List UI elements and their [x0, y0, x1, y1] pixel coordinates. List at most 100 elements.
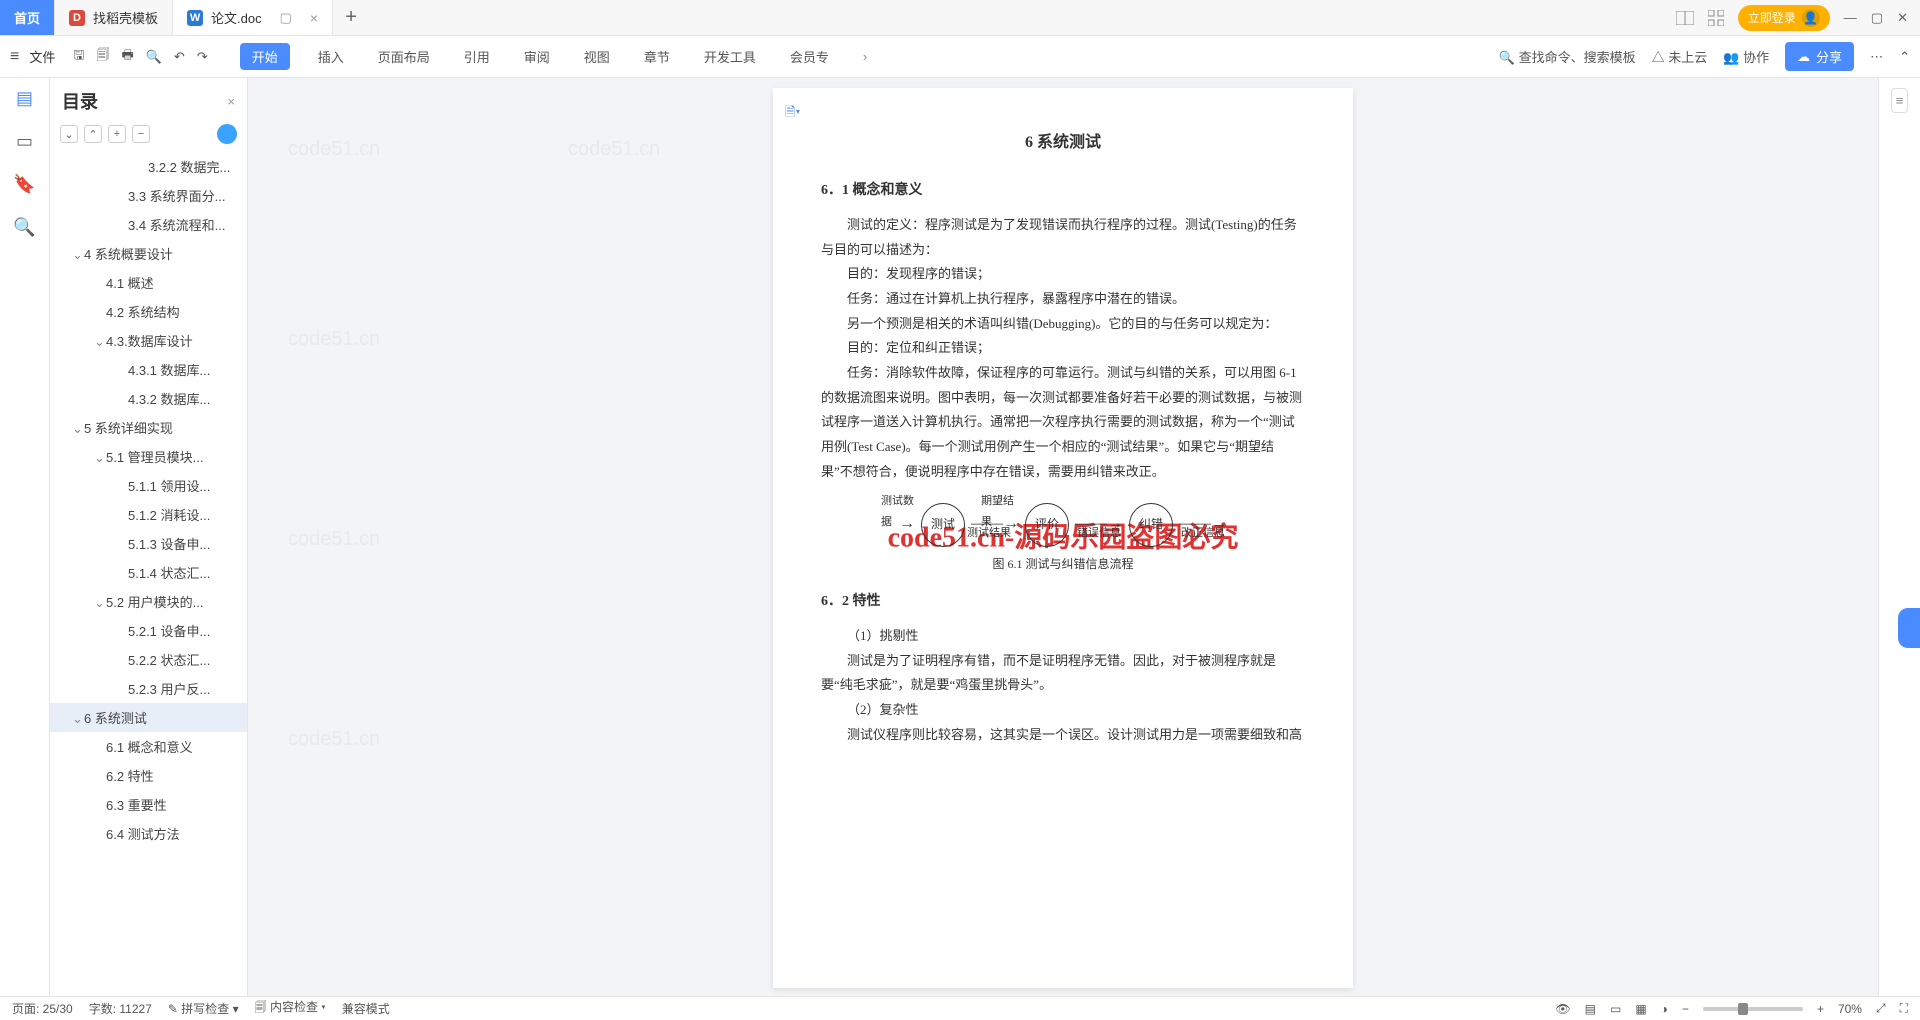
- ribbon-tab-start[interactable]: 开始: [240, 43, 290, 70]
- outline-item[interactable]: 6.1 概念和意义: [50, 732, 247, 761]
- fig-label-input: 测试数据: [881, 491, 915, 533]
- page-doc-icon[interactable]: 🗎▾: [785, 100, 800, 125]
- print-icon[interactable]: 🖶: [121, 46, 133, 68]
- ribbon-tab-insert[interactable]: 插入: [312, 43, 350, 70]
- ribbon-tab-view[interactable]: 视图: [578, 43, 616, 70]
- redo-icon[interactable]: ↷: [197, 49, 208, 65]
- file-menu[interactable]: 文件: [29, 47, 55, 66]
- outline-expand-all-icon[interactable]: ⌃: [84, 125, 102, 143]
- tab-templates[interactable]: D 找稻壳模板: [55, 0, 173, 35]
- share-button[interactable]: ☁ 分享: [1785, 42, 1854, 71]
- status-words[interactable]: 字数: 11227: [89, 1000, 152, 1017]
- outline-item[interactable]: ⌄6 系统测试: [50, 703, 247, 732]
- status-page[interactable]: 页面: 25/30: [12, 1000, 73, 1017]
- zoom-slider[interactable]: [1703, 1007, 1803, 1011]
- outline-item[interactable]: 5.1.4 状态汇...: [50, 558, 247, 587]
- outline-item[interactable]: 3.2.2 数据完...: [50, 152, 247, 181]
- outline-item[interactable]: 5.1.1 领用设...: [50, 471, 247, 500]
- outline-add-icon[interactable]: +: [108, 125, 126, 143]
- feedback-tab[interactable]: [1898, 608, 1920, 648]
- save-icon[interactable]: 🖫: [73, 46, 84, 68]
- view-page-icon[interactable]: ▤: [1585, 1002, 1596, 1016]
- ribbon-tab-reference[interactable]: 引用: [458, 43, 496, 70]
- ribbon-search[interactable]: 🔍 查找命令、搜索模板: [1499, 47, 1636, 66]
- outline-item[interactable]: 6.2 特性: [50, 761, 247, 790]
- outline-item[interactable]: 4.1 概述: [50, 268, 247, 297]
- outline-item[interactable]: ⌄5.1 管理员模块...: [50, 442, 247, 471]
- figure-caption: 图 6.1 测试与纠错信息流程: [821, 553, 1305, 576]
- zoom-reset-icon[interactable]: ◑: [1661, 1002, 1668, 1016]
- collab-button[interactable]: 👥 协作: [1723, 47, 1769, 66]
- outline-item[interactable]: 4.3.2 数据库...: [50, 384, 247, 413]
- body-text: 测试的定义：程序测试是为了发现错误而执行程序的过程。测试(Testing)的任务…: [821, 213, 1305, 262]
- minimize-icon[interactable]: —: [1844, 10, 1857, 25]
- outline-item[interactable]: 5.2.3 用户反...: [50, 674, 247, 703]
- outline-item-label: 4.3.2 数据库...: [128, 392, 210, 407]
- tab-document[interactable]: W 论文.doc ▢ ×: [173, 0, 333, 35]
- zoom-out-icon[interactable]: −: [1682, 1002, 1689, 1016]
- outline-collapse-all-icon[interactable]: ⌄: [60, 125, 78, 143]
- layout-icon[interactable]: [1676, 11, 1694, 25]
- app-tabbar: 首页 D 找稻壳模板 W 论文.doc ▢ × + 立即登录👤 — ▢ ✕: [0, 0, 1920, 36]
- preview-icon[interactable]: 🔍: [146, 49, 162, 65]
- outline-item-label: 3.2.2 数据完...: [148, 160, 230, 175]
- outline-title: 目录: [62, 88, 98, 114]
- ribbon-collapse-icon[interactable]: ⌃: [1899, 49, 1910, 65]
- zoom-value[interactable]: 70%: [1838, 1002, 1862, 1016]
- status-spellcheck[interactable]: ✎ 拼写检查 ▾: [168, 1000, 239, 1017]
- hamburger-icon[interactable]: ≡: [10, 48, 19, 66]
- maximize-icon[interactable]: ▢: [1871, 10, 1883, 26]
- fullscreen-icon[interactable]: ⛶: [1900, 1001, 1908, 1016]
- view-outline-icon[interactable]: ▦: [1635, 1002, 1646, 1016]
- body-text: 另一个预测是相关的术语叫纠错(Debugging)。它的目的与任务可以规定为：: [821, 312, 1305, 337]
- login-label: 立即登录: [1748, 9, 1796, 26]
- ribbon-tab-devtools[interactable]: 开发工具: [698, 43, 762, 70]
- ribbon-tab-review[interactable]: 审阅: [518, 43, 556, 70]
- outline-item[interactable]: 5.1.3 设备申...: [50, 529, 247, 558]
- window-close-icon[interactable]: ✕: [1897, 10, 1908, 26]
- outline-item[interactable]: 5.1.2 消耗设...: [50, 500, 247, 529]
- ribbon-tab-pagelayout[interactable]: 页面布局: [372, 43, 436, 70]
- outline-item[interactable]: ⌄4.3.数据库设计: [50, 326, 247, 355]
- outline-close-icon[interactable]: ×: [227, 94, 235, 109]
- status-compat[interactable]: 兼容模式: [342, 1000, 390, 1017]
- outline-item[interactable]: 4.3.1 数据库...: [50, 355, 247, 384]
- outline-item[interactable]: 4.2 系统结构: [50, 297, 247, 326]
- outline-sync-badge[interactable]: [217, 124, 237, 144]
- outline-item[interactable]: ⌄5 系统详细实现: [50, 413, 247, 442]
- outline-item[interactable]: 6.4 测试方法: [50, 819, 247, 848]
- outline-item[interactable]: 3.4 系统流程和...: [50, 210, 247, 239]
- tab-close-icon[interactable]: ×: [310, 10, 318, 26]
- cloud-status[interactable]: △ 未上云: [1652, 47, 1708, 66]
- undo-icon[interactable]: ↶: [174, 49, 185, 65]
- outline-item[interactable]: 6.3 重要性: [50, 790, 247, 819]
- outline-item[interactable]: ⌄4 系统概要设计: [50, 239, 247, 268]
- outline-item[interactable]: 5.2.2 状态汇...: [50, 645, 247, 674]
- ribbon-tab-chapter[interactable]: 章节: [638, 43, 676, 70]
- saveas-icon[interactable]: 🗐: [96, 46, 109, 68]
- outline-toolbar: ⌄ ⌃ + −: [50, 124, 247, 152]
- outline-item[interactable]: 3.3 系统界面分...: [50, 181, 247, 210]
- thumbnails-icon[interactable]: ▭: [16, 131, 33, 152]
- ribbon-tab-member[interactable]: 会员专: [784, 43, 835, 70]
- ribbon-overflow-icon[interactable]: ⋯: [1870, 49, 1883, 65]
- fit-width-icon[interactable]: ⤢: [1876, 1001, 1886, 1016]
- outline-item[interactable]: ⌄5.2 用户模块的...: [50, 587, 247, 616]
- apps-icon[interactable]: [1708, 10, 1724, 26]
- login-button[interactable]: 立即登录👤: [1738, 5, 1830, 31]
- status-contentcheck[interactable]: 🗐 内容检查 ▾: [255, 998, 326, 1019]
- new-tab-button[interactable]: +: [333, 0, 369, 35]
- tab-home[interactable]: 首页: [0, 0, 55, 35]
- panel-toggle-icon[interactable]: ≡: [1891, 88, 1909, 113]
- zoom-in-icon[interactable]: +: [1817, 1002, 1824, 1016]
- outline-remove-icon[interactable]: −: [132, 125, 150, 143]
- outline-item[interactable]: 5.2.1 设备申...: [50, 616, 247, 645]
- view-web-icon[interactable]: ▭: [1610, 1002, 1621, 1016]
- ribbon-more-icon[interactable]: ›: [857, 45, 873, 68]
- outline-toggle-icon[interactable]: ▤: [16, 88, 33, 109]
- document-viewport[interactable]: code51.cn code51.cn code51.cn code51.cn …: [248, 78, 1878, 996]
- tab-screen-icon[interactable]: ▢: [280, 10, 292, 26]
- search-panel-icon[interactable]: 🔍: [13, 217, 35, 238]
- view-eye-icon[interactable]: 👁: [1555, 1002, 1570, 1016]
- bookmark-icon[interactable]: 🔖: [13, 174, 35, 195]
